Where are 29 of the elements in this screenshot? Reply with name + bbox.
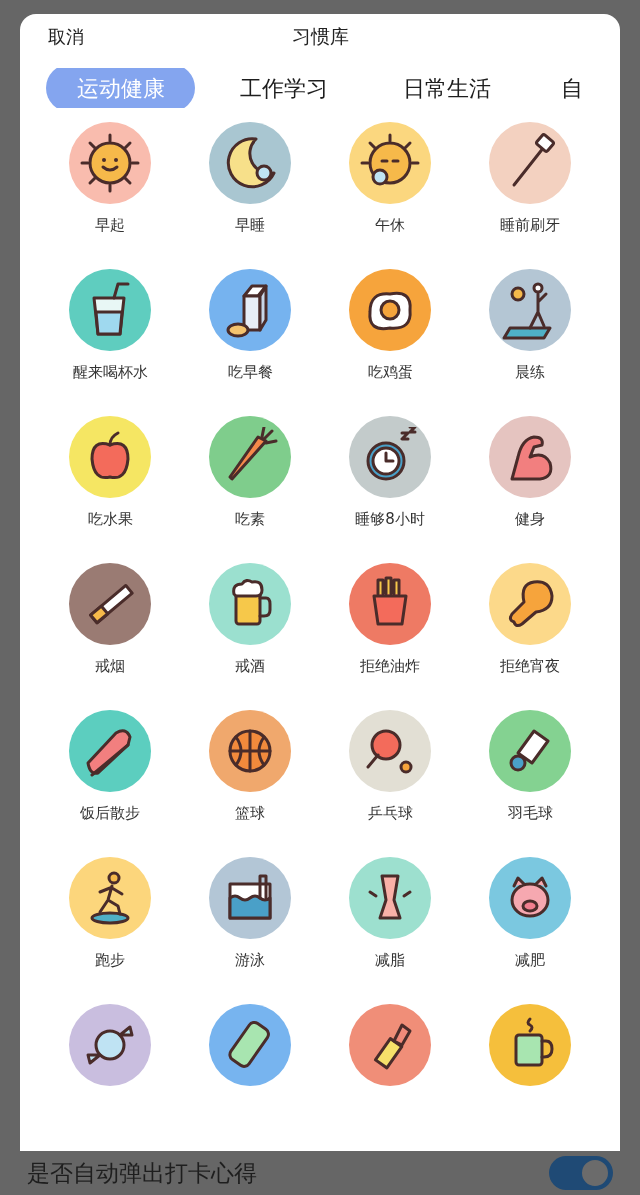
habit-label: 健身 — [515, 509, 545, 530]
habit-label: 早起 — [95, 215, 125, 236]
habit-label: 戒酒 — [235, 656, 265, 677]
auto-popup-toggle[interactable] — [549, 1156, 613, 1190]
habit-label: 吃早餐 — [227, 362, 273, 383]
habit-label: 乒乓球 — [367, 803, 413, 824]
habit-label: 吃鸡蛋 — [367, 362, 413, 383]
habit-label: 午休 — [375, 215, 405, 236]
habit-label: 戒烟 — [95, 656, 125, 677]
habit-label: 睡前刷牙 — [500, 215, 560, 236]
habit-label: 跑步 — [95, 950, 125, 971]
dialog-title: 习惯库 — [291, 24, 349, 49]
habit-label: 醒来喝杯水 — [72, 362, 148, 383]
habit-label: 减肥 — [515, 950, 545, 971]
habit-label: 早睡 — [235, 215, 265, 236]
habit-label: 拒绝宵夜 — [500, 656, 560, 677]
sun-icon — [80, 133, 140, 193]
habit-label: 睡够8小时 — [355, 509, 425, 530]
cancel-button[interactable]: 取消 — [48, 22, 84, 50]
habit-label: 晨练 — [515, 362, 545, 383]
habit-label: 吃素 — [235, 509, 265, 530]
habit-label: 拒绝油炸 — [360, 656, 420, 677]
habit-label: 吃水果 — [87, 509, 133, 530]
habit-label: 游泳 — [235, 950, 265, 971]
habit-label: 减脂 — [375, 950, 405, 971]
habit-label: 饭后散步 — [80, 803, 140, 824]
setting-label: 是否自动弹出打卡心得 — [27, 1158, 257, 1188]
habit-label: 篮球 — [235, 803, 265, 824]
habit-label: 羽毛球 — [507, 803, 553, 824]
